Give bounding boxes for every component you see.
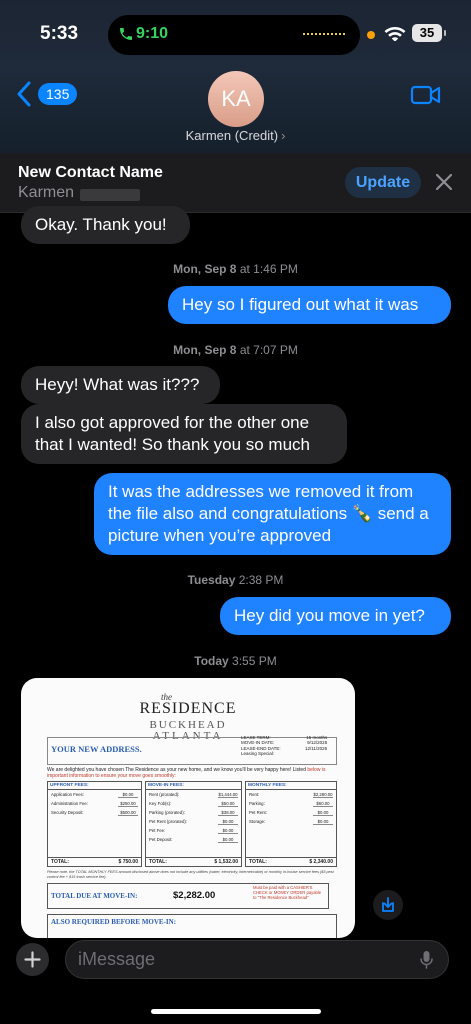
video-call-icon[interactable] bbox=[410, 84, 442, 106]
logo-residence: RESIDENCE bbox=[139, 700, 237, 717]
message-bubble-received[interactable]: I also got approved for the other one th… bbox=[21, 404, 347, 464]
save-attachment-button[interactable] bbox=[373, 890, 403, 920]
lease-labels: LEASE TERM: MOVE-IN DATE: LEASE-END DATE… bbox=[241, 735, 281, 757]
total-due-value: $2,282.00 bbox=[173, 890, 216, 901]
chevron-right-icon: › bbox=[281, 128, 286, 143]
contact-name-label: Karmen (Credit) bbox=[185, 128, 279, 143]
battery-indicator: 35 bbox=[412, 24, 446, 42]
microphone-icon[interactable] bbox=[420, 950, 433, 970]
contact-avatar[interactable]: KA bbox=[208, 71, 264, 127]
save-download-icon bbox=[382, 897, 394, 912]
banner-title: New Contact Name bbox=[18, 164, 163, 181]
message-timestamp: Mon, Sep 8 at 7:07 PM bbox=[173, 343, 298, 357]
back-button[interactable]: 135 bbox=[16, 81, 78, 107]
apps-plus-button[interactable] bbox=[16, 943, 49, 976]
redacted-text bbox=[80, 189, 140, 201]
status-time: 5:33 bbox=[40, 23, 79, 44]
image-attachment[interactable]: the RESIDENCE BUCKHEAD ATLANTA YOUR NEW … bbox=[21, 678, 355, 938]
close-icon[interactable] bbox=[434, 172, 454, 192]
banner-subtitle: Karmen bbox=[18, 184, 75, 201]
imessage-input[interactable] bbox=[65, 940, 449, 979]
message-timestamp: Tuesday 2:38 PM bbox=[187, 573, 284, 587]
unread-count-badge: 135 bbox=[38, 83, 78, 105]
also-required-label: ALSO REQUIRED BEFORE MOVE-IN: bbox=[51, 918, 177, 926]
call-activity-indicator bbox=[303, 33, 345, 35]
conversation-header: 5:33 9:10 35 135 KA Karmen (Credit) › bbox=[0, 0, 471, 153]
update-button[interactable]: Update bbox=[345, 167, 421, 198]
message-bubble-received[interactable]: Okay. Thank you! bbox=[21, 206, 190, 244]
message-timestamp: Mon, Sep 8 at 1:46 PM bbox=[173, 262, 298, 276]
plus-icon bbox=[24, 951, 41, 968]
payment-note: Must be paid with a CASHIER'S CHECK or M… bbox=[253, 885, 322, 901]
total-due-label: TOTAL DUE AT MOVE-IN: bbox=[51, 892, 138, 900]
phone-icon bbox=[120, 28, 132, 40]
home-indicator[interactable] bbox=[151, 1009, 321, 1014]
dynamic-island[interactable]: 9:10 bbox=[108, 15, 360, 55]
move-in-fees-box: MOVE-IN FEES: Rent (prorated): $1,444.00 … bbox=[145, 781, 242, 867]
message-bubble-sent[interactable]: It was the addresses we removed it from … bbox=[94, 473, 451, 555]
intro-text: We are delighted you have chosen The Res… bbox=[47, 767, 326, 779]
wifi-icon bbox=[384, 27, 406, 41]
upfront-fees-box: UPFRONT FEES: Application Fees: $0.00 Adm… bbox=[47, 781, 142, 867]
lease-values: 15 months 9/12/2025 12/11/2026 bbox=[305, 735, 328, 751]
message-bubble-sent[interactable]: Hey did you move in yet? bbox=[220, 597, 451, 635]
mic-in-use-indicator bbox=[367, 31, 375, 39]
address-title: YOUR NEW ADDRESS. bbox=[51, 744, 142, 754]
back-chevron-icon bbox=[17, 81, 31, 107]
monthly-fees-box: MONTHLY FEES: Rent: $2,280.00 Parking: $60… bbox=[245, 781, 337, 867]
message-timestamp: Today 3:55 PM bbox=[194, 654, 277, 668]
call-duration: 9:10 bbox=[136, 25, 169, 42]
contact-name[interactable]: Karmen (Credit) › bbox=[0, 128, 471, 143]
message-bubble-sent[interactable]: Hey so I figured out what it was bbox=[168, 286, 451, 324]
fees-note: Please note, the TOTAL MONTHLY FEES amou… bbox=[47, 870, 334, 879]
message-bubble-received[interactable]: Heyy! What was it??? bbox=[21, 366, 220, 404]
